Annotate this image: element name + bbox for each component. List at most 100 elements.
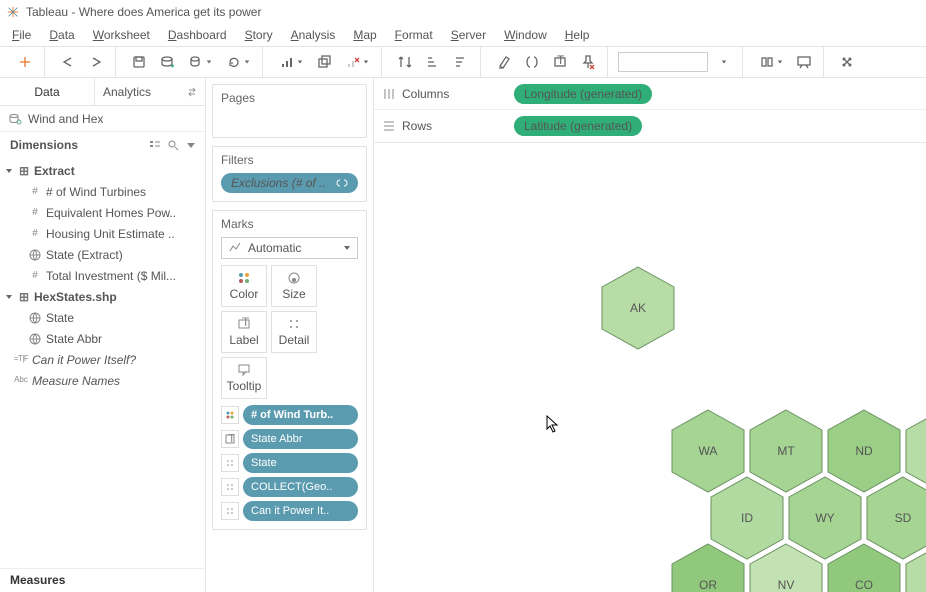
mark-pill-state[interactable]: State [243, 453, 358, 473]
menu-map[interactable]: Map [345, 26, 384, 44]
menu-data[interactable]: Data [41, 26, 82, 44]
hex-state-or[interactable]: OR [670, 542, 746, 592]
mark-color-slot[interactable] [221, 406, 239, 424]
tree-group-extract[interactable]: ⊞ Extract [0, 160, 205, 181]
number-icon [28, 186, 42, 198]
number-icon [28, 228, 42, 240]
pause-updates-button[interactable] [182, 50, 218, 74]
cursor-icon [546, 415, 560, 433]
find-field-icon[interactable] [167, 139, 179, 151]
search-dropdown[interactable] [710, 50, 736, 74]
menu-format[interactable]: Format [387, 26, 441, 44]
rows-pill-latitude[interactable]: Latitude (generated) [514, 116, 642, 136]
new-worksheet-button[interactable] [273, 50, 309, 74]
undo-button[interactable] [55, 50, 81, 74]
new-datasource-button[interactable] [154, 50, 180, 74]
highlight-button[interactable] [491, 50, 517, 74]
mark-pill-wind-turbines[interactable]: # of Wind Turb.. [243, 405, 358, 425]
sort-desc-button[interactable] [448, 50, 474, 74]
refresh-button[interactable] [220, 50, 256, 74]
mark-pill-can-it-power[interactable]: Can it Power It.. [243, 501, 358, 521]
tree-item[interactable]: Equivalent Homes Pow.. [0, 202, 205, 223]
menu-help[interactable]: Help [557, 26, 598, 44]
filters-card: Filters Exclusions (# of .. [212, 146, 367, 202]
save-button[interactable] [126, 50, 152, 74]
mark-pill-state-abbr[interactable]: State Abbr [243, 429, 358, 449]
mark-detail-slot[interactable] [221, 478, 239, 496]
columns-shelf[interactable]: Columns Longitude (generated) [374, 78, 926, 110]
hex-state-nv[interactable]: NV [748, 542, 824, 592]
marks-title: Marks [221, 217, 358, 231]
presentation-mode-button[interactable] [791, 50, 817, 74]
cards-pane: Pages Filters Exclusions (# of .. Marks … [206, 78, 374, 592]
mark-detail-slot[interactable] [221, 454, 239, 472]
columns-icon [382, 87, 396, 101]
tree-item[interactable]: # of Wind Turbines [0, 181, 205, 202]
marks-color-button[interactable]: Color [221, 265, 267, 307]
group-button[interactable] [519, 50, 545, 74]
marks-type-dropdown[interactable]: Automatic [221, 237, 358, 259]
menu-dashboard[interactable]: Dashboard [160, 26, 235, 44]
analytics-tab[interactable]: Analytics [94, 78, 205, 105]
dimensions-tree: ⊞ Extract # of Wind Turbines Equivalent … [0, 158, 205, 393]
collapse-icon [4, 166, 14, 176]
mark-pill-collect-geo[interactable]: COLLECT(Geo.. [243, 477, 358, 497]
hex-label: CO [826, 542, 902, 592]
data-tab[interactable]: Data [0, 78, 94, 105]
window-title: Tableau - Where does America get its pow… [26, 5, 261, 19]
marks-card: Marks Automatic Color Size TLabel Detail… [212, 210, 367, 530]
filter-pill-exclusions[interactable]: Exclusions (# of .. [221, 173, 358, 193]
mark-detail-slot[interactable] [221, 502, 239, 520]
visualization-canvas[interactable]: AKWAMTNDMNIDWYSDORNVCONE [374, 143, 926, 592]
tree-item-calc[interactable]: =T|FCan it Power Itself? [0, 349, 205, 370]
tableau-start-button[interactable] [12, 50, 38, 74]
marks-tooltip-button[interactable]: Tooltip [221, 357, 267, 399]
number-icon [28, 270, 42, 282]
marks-label-button[interactable]: TLabel [221, 311, 267, 353]
pages-card: Pages [212, 84, 367, 138]
tree-item[interactable]: State Abbr [0, 328, 205, 349]
view-options-icon[interactable] [149, 139, 161, 151]
show-me-button[interactable] [834, 50, 860, 74]
marks-size-button[interactable]: Size [271, 265, 317, 307]
table-icon: ⊞ [18, 290, 30, 304]
geo-icon [28, 312, 42, 324]
fit-dropdown[interactable] [753, 50, 789, 74]
collapse-icon [4, 292, 14, 302]
menu-bar: File Data Worksheet Dashboard Story Anal… [0, 24, 926, 46]
mark-label-slot[interactable]: T [221, 430, 239, 448]
columns-pill-longitude[interactable]: Longitude (generated) [514, 84, 652, 104]
menu-story[interactable]: Story [237, 26, 281, 44]
datasource-row[interactable]: Wind and Hex [0, 106, 205, 132]
boolean-icon: =T|F [14, 354, 28, 366]
menu-analysis[interactable]: Analysis [283, 26, 344, 44]
pin-button[interactable] [575, 50, 601, 74]
geo-icon [28, 249, 42, 261]
marks-detail-button[interactable]: Detail [271, 311, 317, 353]
tree-item[interactable]: State [0, 307, 205, 328]
data-menu-icon[interactable] [185, 139, 197, 151]
show-labels-button[interactable]: T [547, 50, 573, 74]
search-input[interactable] [618, 52, 708, 72]
tree-item[interactable]: Housing Unit Estimate .. [0, 223, 205, 244]
duplicate-sheet-button[interactable] [311, 50, 337, 74]
menu-window[interactable]: Window [496, 26, 555, 44]
hex-state-ne[interactable]: NE [904, 542, 926, 592]
sort-asc-button[interactable] [420, 50, 446, 74]
swap-button[interactable] [392, 50, 418, 74]
menu-file[interactable]: File [4, 26, 39, 44]
menu-worksheet[interactable]: Worksheet [85, 26, 158, 44]
tree-item[interactable]: Total Investment ($ Mil... [0, 265, 205, 286]
hex-state-co[interactable]: CO [826, 542, 902, 592]
tree-group-hexstates[interactable]: ⊞ HexStates.shp [0, 286, 205, 307]
rows-shelf[interactable]: Rows Latitude (generated) [374, 110, 926, 142]
hex-state-ak[interactable]: AK [600, 265, 676, 351]
tree-item-measure-names[interactable]: AbcMeasure Names [0, 370, 205, 391]
redo-button[interactable] [83, 50, 109, 74]
data-pane: Data Analytics Wind and Hex Dimensions ⊞… [0, 78, 206, 592]
tree-item[interactable]: State (Extract) [0, 244, 205, 265]
menu-server[interactable]: Server [443, 26, 494, 44]
geo-icon [28, 333, 42, 345]
hex-label: NV [748, 542, 824, 592]
clear-sheet-button[interactable] [339, 50, 375, 74]
